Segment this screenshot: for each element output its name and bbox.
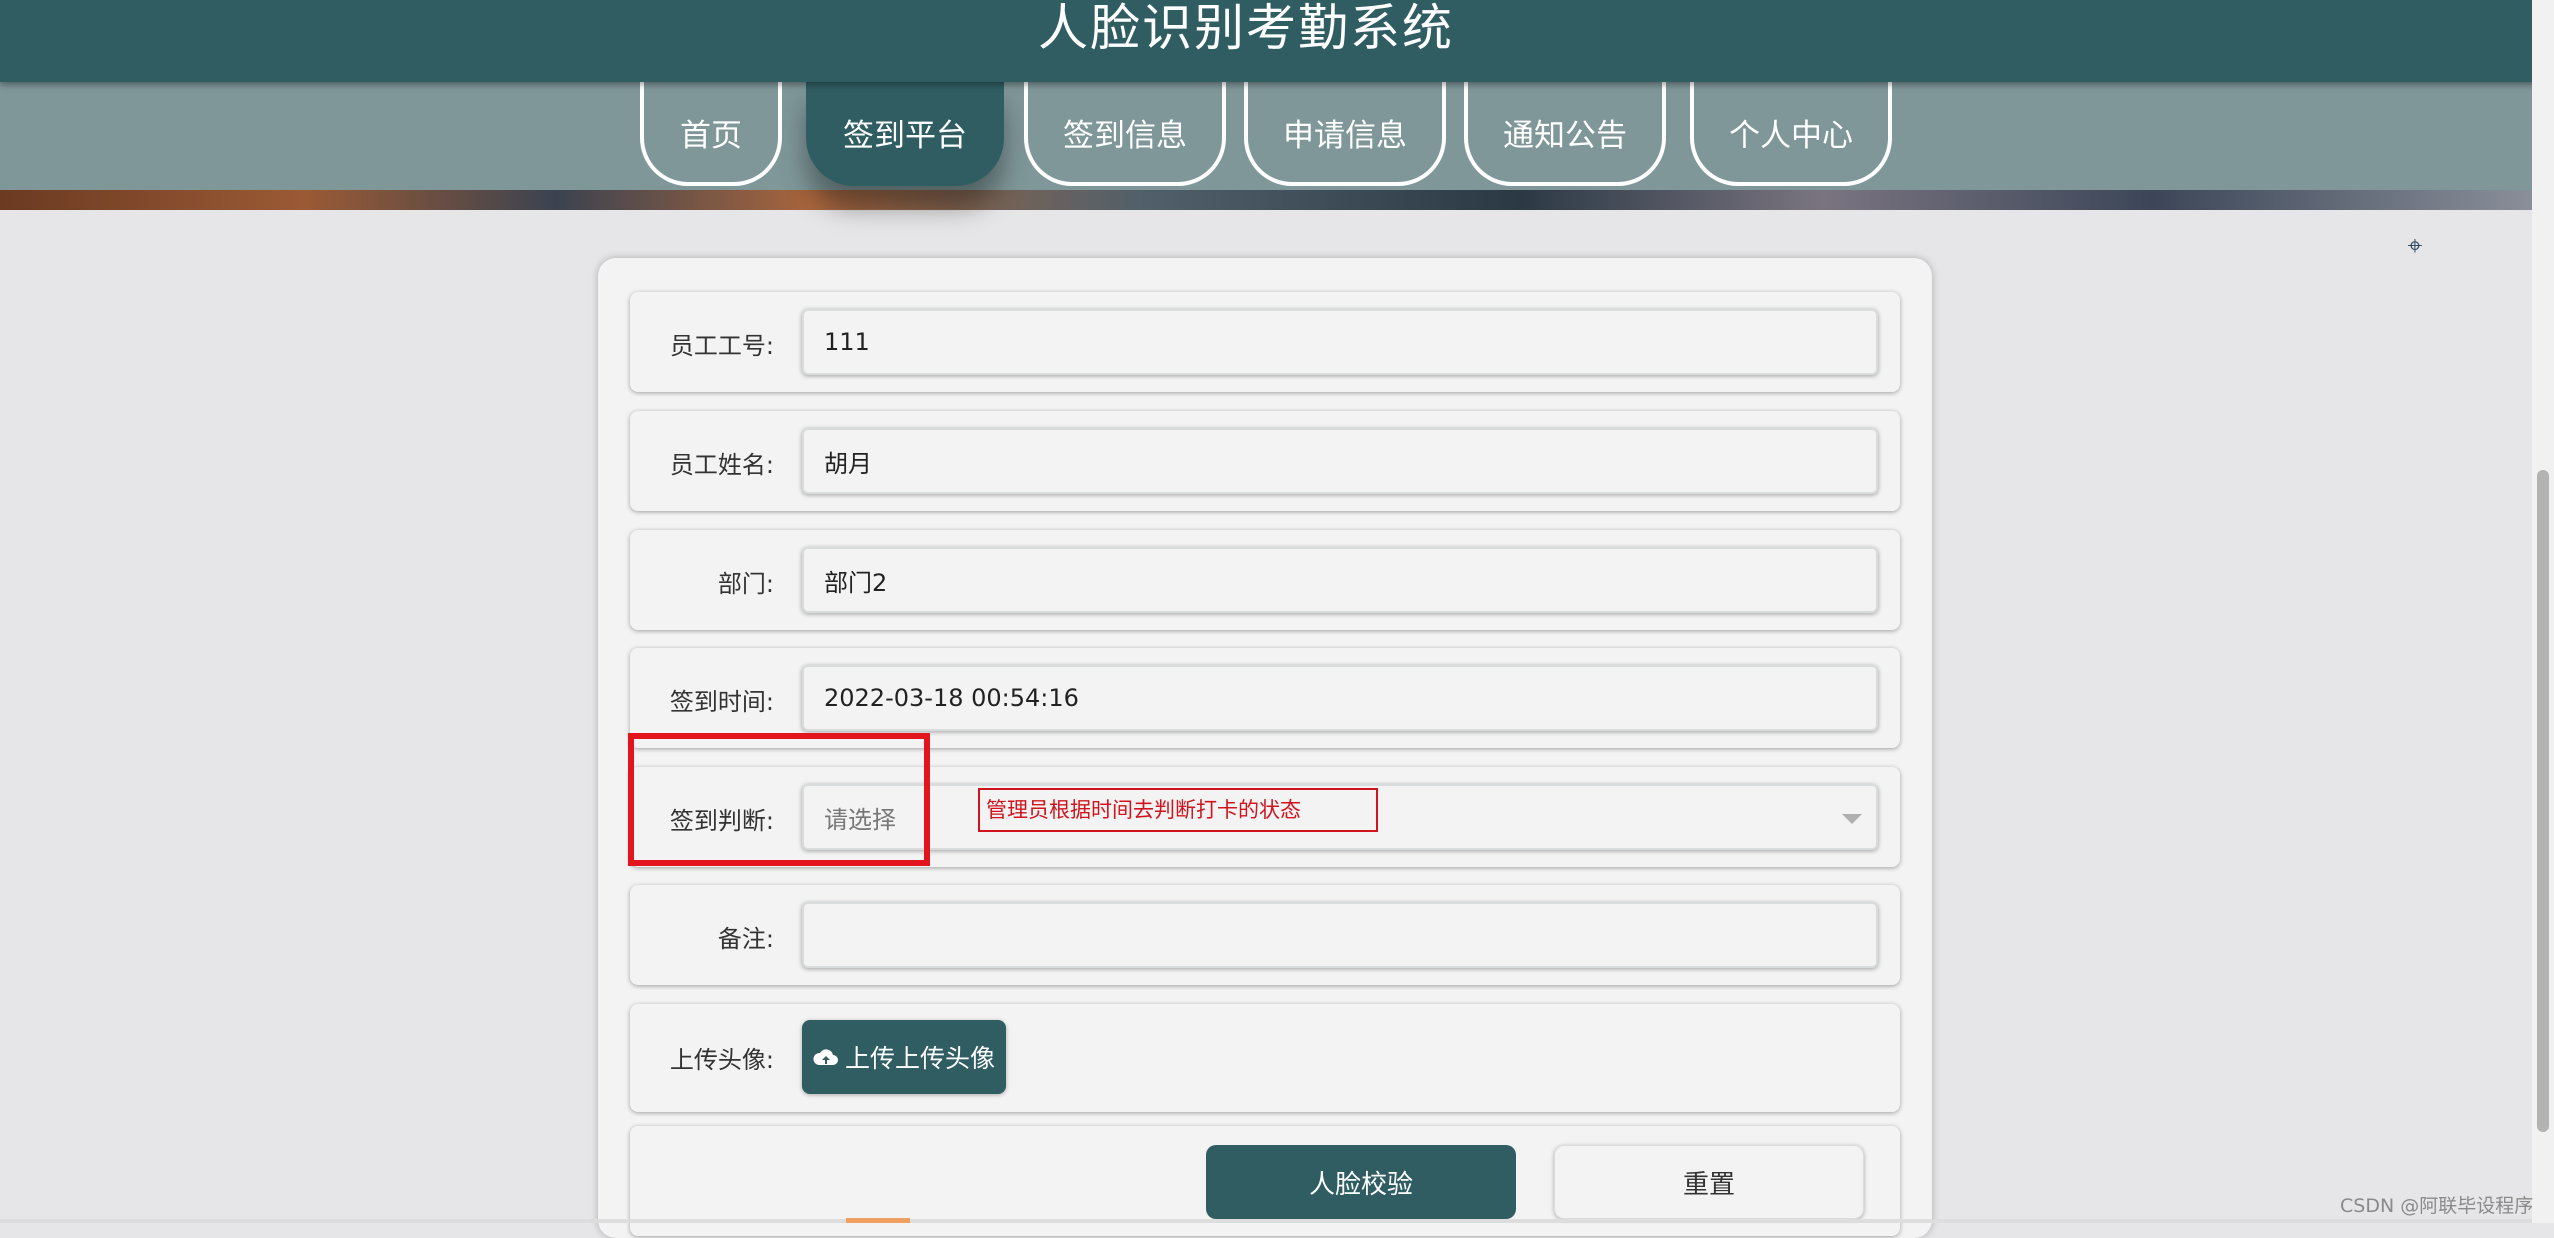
checkin-time-field[interactable]: 2022-03-18 00:54:16: [802, 665, 1878, 731]
vertical-scrollbar[interactable]: [2532, 0, 2554, 1223]
tab-checkin-platform-label: 签到平台: [843, 117, 967, 154]
tab-application-info-label: 申请信息: [1283, 117, 1407, 154]
remark-label: 备注:: [717, 925, 774, 953]
bottom-edge-mark: [846, 1218, 910, 1223]
employee-name-label: 员工姓名:: [669, 451, 774, 479]
chevron-down-icon: [1842, 814, 1862, 824]
tab-application-info[interactable]: 申请信息: [1244, 82, 1446, 186]
tab-home-label: 首页: [680, 117, 742, 154]
judgement-highlight-box: [628, 733, 930, 866]
tab-notice-label: 通知公告: [1503, 117, 1627, 154]
checkin-time-label: 签到时间:: [669, 688, 774, 716]
employee-name-row: 员工姓名: 胡月: [630, 411, 1900, 511]
remark-row: 备注:: [630, 885, 1900, 985]
cloud-upload-icon: [813, 1049, 838, 1065]
department-label: 部门:: [717, 570, 774, 598]
remark-field[interactable]: [802, 902, 1878, 968]
upload-avatar-label: 上传上传头像: [844, 1044, 995, 1073]
tab-checkin-info[interactable]: 签到信息: [1024, 82, 1226, 186]
scrollbar-thumb[interactable]: [2537, 470, 2549, 1132]
app-header: 人脸识别考勤系统: [0, 0, 2554, 82]
admin-note-annotation: 管理员根据时间去判断打卡的状态: [978, 788, 1378, 832]
employee-id-field[interactable]: 111: [802, 309, 1878, 375]
upload-avatar-button[interactable]: 上传上传头像: [802, 1020, 1006, 1094]
tab-checkin-info-label: 签到信息: [1063, 117, 1187, 154]
department-row: 部门: 部门2: [630, 530, 1900, 630]
crosshair-icon: ⌖: [2407, 231, 2423, 261]
bottom-edge: [0, 1219, 2532, 1223]
department-field[interactable]: 部门2: [802, 547, 1878, 613]
tab-checkin-platform[interactable]: 签到平台: [806, 82, 1004, 186]
employee-id-label: 员工工号:: [669, 332, 774, 360]
csdn-watermark: CSDN @阿联毕设程序: [2340, 1195, 2534, 1217]
employee-name-field[interactable]: 胡月: [802, 428, 1878, 494]
avatar-label: 上传头像:: [669, 1046, 774, 1074]
tab-personal-center-label: 个人中心: [1729, 117, 1853, 154]
tab-personal-center[interactable]: 个人中心: [1690, 82, 1892, 186]
page-title: 人脸识别考勤系统: [1038, 0, 1454, 57]
face-verify-button[interactable]: 人脸校验: [1206, 1145, 1516, 1219]
tab-notice[interactable]: 通知公告: [1464, 82, 1666, 186]
tab-home[interactable]: 首页: [640, 82, 782, 186]
employee-id-row: 员工工号: 111: [630, 292, 1900, 392]
reset-button[interactable]: 重置: [1554, 1145, 1864, 1219]
banner-photo-strip: [0, 190, 2532, 210]
main-nav: 首页 签到平台 签到信息 申请信息 通知公告 个人中心: [0, 82, 2532, 190]
